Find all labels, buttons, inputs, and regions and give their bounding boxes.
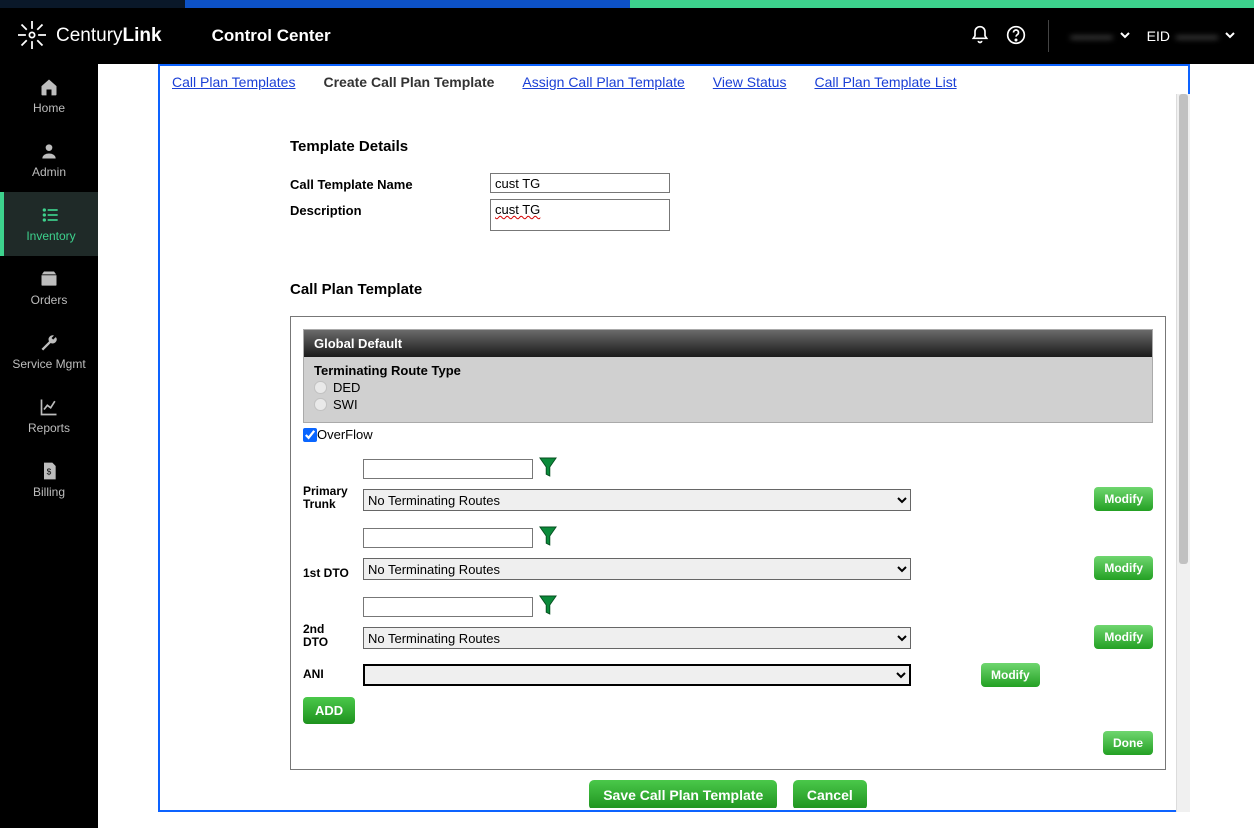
description-label: Description [290, 199, 490, 231]
save-call-plan-template-button[interactable]: Save Call Plan Template [589, 780, 777, 808]
chart-icon [39, 397, 59, 417]
sidebar-item-label: Inventory [26, 229, 75, 243]
sidebar-item-label: Billing [33, 485, 65, 499]
call-plan-template-heading: Call Plan Template [290, 281, 1166, 298]
swi-label: SWI [333, 397, 358, 412]
help-icon[interactable] [1006, 25, 1026, 48]
eid-menu[interactable]: EID ——— [1147, 28, 1236, 44]
second-dto-modify-button[interactable]: Modify [1094, 625, 1153, 649]
sidebar-item-label: Orders [31, 293, 68, 307]
main-content: Call Plan Templates Create Call Plan Tem… [98, 64, 1254, 828]
second-dto-label: 2nd DTO [303, 623, 351, 649]
call-template-name-label: Call Template Name [290, 173, 490, 193]
tab-call-plan-templates[interactable]: Call Plan Templates [172, 74, 295, 90]
app-title: Control Center [212, 26, 331, 46]
left-sidebar: Home Admin Inventory Orders Service Mgmt… [0, 64, 98, 828]
eid-prefix: EID [1147, 28, 1170, 44]
sidebar-item-admin[interactable]: Admin [0, 128, 98, 192]
ded-radio[interactable] [314, 381, 327, 394]
svg-text:$: $ [47, 466, 52, 476]
sidebar-item-label: Reports [28, 421, 70, 435]
sidebar-item-inventory[interactable]: Inventory [0, 192, 98, 256]
tab-create-call-plan-template[interactable]: Create Call Plan Template [323, 74, 494, 90]
primary-trunk-filter-input[interactable] [363, 459, 533, 479]
ani-label: ANI [303, 668, 351, 681]
sidebar-item-home[interactable]: Home [0, 64, 98, 128]
scrollbar-thumb[interactable] [1179, 94, 1188, 564]
cancel-button[interactable]: Cancel [793, 780, 867, 808]
eid-value: ——— [1176, 28, 1218, 44]
brand-logo[interactable]: CenturyLink [18, 21, 162, 52]
tab-call-plan-template-list[interactable]: Call Plan Template List [814, 74, 956, 90]
call-template-name-input[interactable] [490, 173, 670, 193]
sidebar-item-label: Admin [32, 165, 66, 179]
sidebar-item-label: Service Mgmt [12, 357, 85, 371]
primary-trunk-modify-button[interactable]: Modify [1094, 487, 1153, 511]
primary-trunk-select[interactable]: No Terminating Routes [363, 489, 911, 511]
user-menu[interactable]: ——— [1071, 28, 1131, 44]
second-dto-filter-input[interactable] [363, 597, 533, 617]
chevron-down-icon [1224, 28, 1236, 44]
home-icon [39, 77, 59, 97]
list-icon [41, 205, 61, 225]
funnel-icon[interactable] [539, 594, 557, 619]
first-dto-modify-button[interactable]: Modify [1094, 556, 1153, 580]
template-details-heading: Template Details [290, 138, 1166, 155]
global-default-heading: Global Default [304, 330, 1152, 357]
user-name: ——— [1071, 28, 1113, 44]
sidebar-item-reports[interactable]: Reports [0, 384, 98, 448]
first-dto-select[interactable]: No Terminating Routes [363, 558, 911, 580]
centurylink-burst-icon [18, 21, 46, 52]
top-accent-strip [0, 0, 1254, 8]
primary-trunk-label: Primary Trunk [303, 485, 351, 511]
add-button[interactable]: ADD [303, 697, 355, 724]
chevron-down-icon [1119, 28, 1131, 44]
wrench-icon [39, 333, 59, 353]
first-dto-filter-input[interactable] [363, 528, 533, 548]
overflow-checkbox[interactable] [303, 428, 317, 442]
user-icon [39, 141, 59, 161]
done-button[interactable]: Done [1103, 731, 1153, 755]
ani-modify-button[interactable]: Modify [981, 663, 1040, 687]
second-dto-select[interactable]: No Terminating Routes [363, 627, 911, 649]
vertical-scrollbar[interactable] [1176, 94, 1190, 812]
brand-text: CenturyLink [56, 25, 162, 47]
ani-select[interactable] [363, 664, 911, 686]
sidebar-item-billing[interactable]: $ Billing [0, 448, 98, 512]
funnel-icon[interactable] [539, 456, 557, 481]
terminating-route-type-label: Terminating Route Type [314, 363, 1142, 378]
swi-radio[interactable] [314, 398, 327, 411]
tab-assign-call-plan-template[interactable]: Assign Call Plan Template [522, 74, 684, 90]
inbox-icon [39, 269, 59, 289]
bell-icon[interactable] [970, 25, 990, 48]
funnel-icon[interactable] [539, 525, 557, 550]
call-plan-template-panel: Global Default Terminating Route Type DE… [290, 316, 1166, 770]
global-header: CenturyLink Control Center ——— EID ——— [0, 8, 1254, 64]
sidebar-item-label: Home [33, 101, 65, 115]
ded-label: DED [333, 380, 360, 395]
sidebar-item-orders[interactable]: Orders [0, 256, 98, 320]
global-default-block: Global Default Terminating Route Type DE… [303, 329, 1153, 423]
tab-view-status[interactable]: View Status [713, 74, 787, 90]
description-input[interactable] [490, 199, 670, 231]
overflow-label: OverFlow [317, 427, 373, 442]
sidebar-item-service-mgmt[interactable]: Service Mgmt [0, 320, 98, 384]
first-dto-label: 1st DTO [303, 567, 351, 580]
invoice-icon: $ [39, 461, 59, 481]
